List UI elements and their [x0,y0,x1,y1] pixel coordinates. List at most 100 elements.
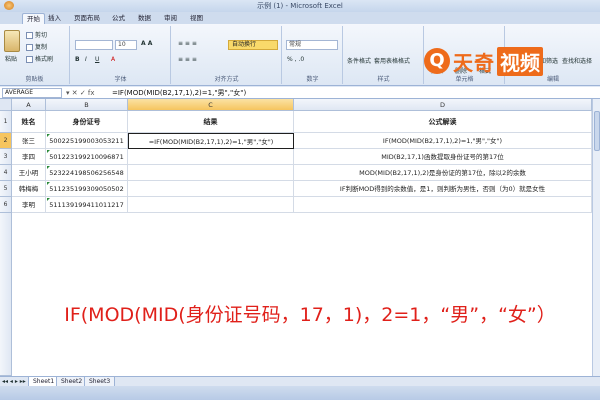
cell-d6[interactable] [294,197,592,213]
number-as-text-marker [47,182,50,185]
cell-d2[interactable]: IF(MOD(MID(B2,17,1),2)=1,"男","女") [294,133,592,149]
header-name[interactable]: 姓名 [12,111,46,133]
font-name-combo[interactable] [75,40,113,50]
status-bar [0,386,600,400]
group-label-styles: 样式 [377,76,390,83]
group-label-clipboard: 剪贴板 [25,76,44,83]
row-header-5[interactable]: 5 [0,181,12,197]
formula-input[interactable]: =IF(MOD(MID(B2,17,1),2)=1,"男","女") [112,87,246,99]
scissors-icon [26,32,33,39]
group-alignment: ≡ ≡ ≡ ≡ ≡ ≡ 自动换行 对齐方式 [172,26,282,84]
window-title: 示例 (1) - Microsoft Excel [257,2,343,10]
worksheet-grid[interactable]: A B C D 1 2 3 4 5 6 姓名 身份证号 结果 公式解读 张三 5… [0,99,592,376]
cell-c2-active[interactable]: =IF(MOD(MID(B2,17,1),2)=1,"男","女") [128,133,294,149]
bold-button[interactable]: A A [141,40,152,47]
cell-d3[interactable]: MID(B2,17,1)函数提取身份证号的第17位 [294,149,592,165]
paste-icon[interactable] [4,30,20,52]
cut-button[interactable]: 剪切 [26,30,47,39]
font-size-combo[interactable]: 10 [115,40,137,50]
cell-a6[interactable]: 李明 [12,197,46,213]
select-all-corner[interactable] [0,99,12,111]
row-header-2[interactable]: 2 [0,133,12,149]
column-header-d[interactable]: D [294,99,592,111]
cell-d4[interactable]: MOD(MID(B2,17,1),2)是身份证的第17位，除以2的余数 [294,165,592,181]
column-header-c[interactable]: C [128,99,294,111]
column-header-b[interactable]: B [46,99,128,111]
copy-icon [26,44,33,51]
find-select-button[interactable]: 查找和选择 [562,56,592,65]
underline-button[interactable]: U [95,56,99,63]
paste-button[interactable]: 粘贴 [5,54,17,63]
group-label-font: 字体 [114,76,127,83]
number-as-text-marker [47,198,50,201]
cell-d5[interactable]: IF判断MOD得到的余数值，是1，则判断为男性，否则（为0）就是女性 [294,181,592,197]
cell-c3[interactable] [128,149,294,165]
row-header-6[interactable]: 6 [0,197,12,213]
tab-insert[interactable]: 插入 [44,13,65,24]
row-header-3[interactable]: 3 [0,149,12,165]
number-as-text-marker [47,150,50,153]
group-styles: 条件格式 套用表格格式 样式 [344,26,424,84]
cell-b3[interactable]: 501223199210096871 [46,149,128,165]
group-font: 10 A A B I U A 字体 [71,26,171,84]
number-as-text-marker [47,166,50,169]
watermark-logo-icon: Q [424,48,450,74]
tab-formulas[interactable]: 公式 [108,13,129,24]
align-left-button[interactable]: ≡ ≡ ≡ [178,56,197,63]
align-top-button[interactable]: ≡ ≡ ≡ [178,40,197,47]
bold-b-button[interactable]: B [75,56,80,63]
formula-bar: AVERAGE ▾ ✕ ✓ fx =IF(MOD(MID(B2,17,1),2)… [0,87,600,99]
number-as-text-marker [47,134,50,137]
name-box[interactable]: AVERAGE [2,88,62,98]
sheet-nav-arrows[interactable]: ◂◂ ◂ ▸ ▸▸ [2,378,26,385]
ribbon-tabs: 开始 插入 页面布局 公式 数据 审阅 视图 [0,12,600,24]
cell-b2[interactable]: 500225199003053211 [46,133,128,149]
group-number: 常规 % , .0 数字 [283,26,343,84]
header-id[interactable]: 身份证号 [46,111,128,133]
sheet-tab-bar: ◂◂ ◂ ▸ ▸▸ Sheet1 Sheet2 Sheet3 [0,376,600,387]
vertical-scroll-thumb[interactable] [594,111,600,151]
percent-button[interactable]: % , .0 [287,56,304,63]
format-painter-button[interactable]: 格式刷 [26,54,53,63]
group-clipboard: 粘贴 剪切 复制 格式刷 剪贴板 [0,26,70,84]
cell-b4[interactable]: 523224198506256548 [46,165,128,181]
formula-bar-buttons[interactable]: ▾ ✕ ✓ fx [66,87,95,99]
brush-icon [26,56,33,63]
overlay-formula-caption: IF(MOD(MID(身份证号码，17，1)，2=1，“男”，“女”） [64,304,556,326]
watermark-name: 天奇 [453,50,495,75]
tab-page-layout[interactable]: 页面布局 [70,13,104,24]
group-label-alignment: 对齐方式 [214,76,239,83]
italic-button[interactable]: I [85,56,87,63]
row-header-1[interactable]: 1 [0,111,12,133]
watermark-box: 视频 [497,46,543,76]
conditional-format-button[interactable]: 条件格式 [347,56,371,65]
cell-a5[interactable]: 韩梅梅 [12,181,46,197]
cell-b6[interactable]: 511139199411011217 [46,197,128,213]
font-color-button[interactable]: A [111,56,115,63]
office-button[interactable] [4,1,14,10]
cell-a2[interactable]: 张三 [12,133,46,149]
wrap-text-button[interactable]: 自动换行 [228,40,278,50]
tab-data[interactable]: 数据 [134,13,155,24]
cell-c4[interactable] [128,165,294,181]
column-header-a[interactable]: A [12,99,46,111]
cell-c5[interactable] [128,181,294,197]
cell-a3[interactable]: 李四 [12,149,46,165]
cell-c6[interactable] [128,197,294,213]
ribbon: 粘贴 剪切 复制 格式刷 剪贴板 10 A A B I U A 字体 ≡ ≡ ≡… [0,24,600,86]
cell-b5[interactable]: 511235199309050502 [46,181,128,197]
tab-home[interactable]: 开始 [22,13,45,24]
tab-view[interactable]: 视图 [186,13,207,24]
number-format-combo[interactable]: 常规 [286,40,338,50]
row-headers-empty [0,213,12,376]
group-label-number: 数字 [306,76,319,83]
table-format-button[interactable]: 套用表格格式 [374,56,410,65]
tab-review[interactable]: 审阅 [160,13,181,24]
copy-button[interactable]: 复制 [26,42,47,51]
row-header-4[interactable]: 4 [0,165,12,181]
title-bar: 示例 (1) - Microsoft Excel [0,0,600,12]
cell-a4[interactable]: 王小明 [12,165,46,181]
header-explain[interactable]: 公式解读 [294,111,592,133]
vertical-scrollbar[interactable] [592,99,600,376]
header-result[interactable]: 结果 [128,111,294,133]
